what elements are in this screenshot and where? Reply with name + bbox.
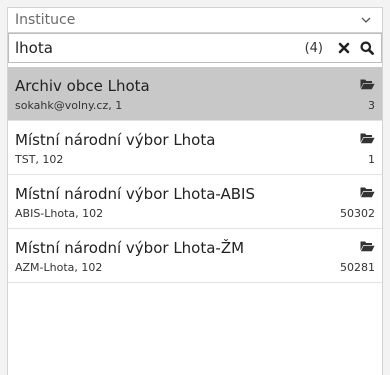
item-count: 50302	[340, 207, 375, 220]
folder-open-icon[interactable]	[360, 240, 375, 252]
chevron-down-icon[interactable]	[360, 15, 372, 25]
item-subtitle: sokahk@volny.cz, 1	[15, 99, 123, 112]
list-item[interactable]: Místní národní výbor Lhota-ABIS ABIS-Lho…	[8, 175, 382, 229]
search-input[interactable]: lhota	[15, 39, 53, 57]
folder-open-icon[interactable]	[360, 132, 375, 144]
search-field[interactable]: lhota (4)	[8, 33, 382, 63]
list-item[interactable]: Místní národní výbor Lhota TST, 102 1	[8, 121, 382, 175]
item-title: Místní národní výbor Lhota-ABIS	[15, 185, 256, 203]
institution-filter-select[interactable]: Instituce	[8, 8, 382, 33]
search-icon[interactable]	[360, 41, 374, 55]
item-count: 50281	[340, 261, 375, 274]
results-list: Archiv obce Lhota sokahk@volny.cz, 1 3 M…	[8, 67, 382, 283]
item-title: Místní národní výbor Lhota	[15, 131, 216, 149]
item-subtitle: AZM-Lhota, 102	[15, 261, 103, 274]
institution-filter-label: Instituce	[15, 12, 76, 28]
item-subtitle: ABIS-Lhota, 102	[15, 207, 104, 220]
list-item[interactable]: Místní národní výbor Lhota-ŽM AZM-Lhota,…	[8, 229, 382, 283]
folder-open-icon[interactable]	[360, 186, 375, 198]
item-subtitle: TST, 102	[15, 153, 64, 166]
item-count: 1	[368, 153, 375, 166]
item-count: 3	[368, 99, 375, 112]
search-panel: Instituce lhota (4) Archiv obce Lhota so…	[7, 7, 383, 375]
list-item[interactable]: Archiv obce Lhota sokahk@volny.cz, 1 3	[8, 67, 382, 121]
result-count: (4)	[304, 41, 323, 56]
item-title: Místní národní výbor Lhota-ŽM	[15, 239, 245, 257]
item-title: Archiv obce Lhota	[15, 77, 150, 95]
close-icon[interactable]	[338, 42, 350, 54]
folder-open-icon[interactable]	[360, 78, 375, 90]
